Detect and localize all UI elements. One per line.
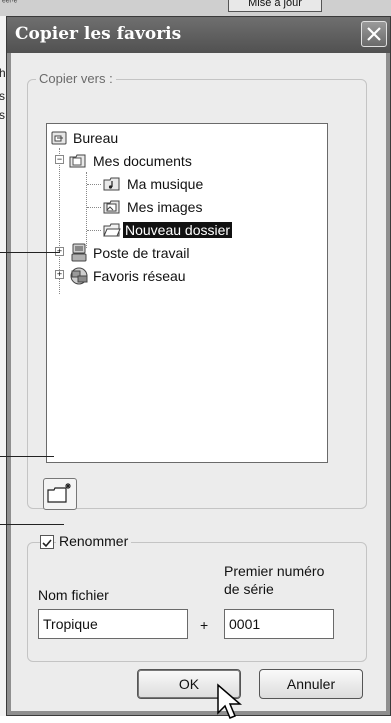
cancel-button[interactable]: Annuler (259, 669, 363, 699)
filename-label: Nom fichier (38, 587, 109, 603)
close-button[interactable] (361, 21, 387, 47)
copy-favorites-dialog: Copier les favoris Copier vers : Bureau … (6, 16, 391, 719)
tree-item-label: Mes images (127, 199, 203, 215)
rename-group: Renommer Nom fichier Premier numéro de s… (27, 533, 367, 662)
serial-label-line1: Premier numéro (224, 563, 325, 579)
my-documents-icon (69, 154, 86, 168)
new-folder-button[interactable] (43, 478, 77, 510)
serial-label-line2: de série (224, 581, 274, 597)
new-folder-icon (47, 483, 71, 503)
tree-item-ma-musique[interactable]: Ma musique (103, 173, 205, 195)
callout-leader-line (0, 524, 64, 525)
filename-input[interactable]: Tropique (38, 609, 188, 639)
collapse-expander-icon[interactable]: − (55, 155, 64, 164)
my-computer-icon (71, 243, 87, 262)
tree-item-nouveau-dossier[interactable]: Nouveau dossier (103, 219, 233, 241)
folder-tree[interactable]: Bureau − Mes documents Ma musique Mes im… (46, 123, 328, 463)
expand-expander-icon[interactable]: + (55, 270, 64, 279)
folder-open-icon (103, 223, 121, 237)
mouse-cursor-icon (217, 683, 243, 719)
rename-label: Renommer (56, 533, 132, 549)
tree-item-label: Nouveau dossier (123, 222, 233, 238)
plus-sign: + (200, 617, 209, 633)
dialog-body: Copier vers : Bureau − Mes documents Ma … (11, 53, 386, 719)
tree-item-label: Bureau (73, 130, 119, 146)
tree-item-poste-de-travail[interactable]: Poste de travail (69, 242, 192, 264)
tree-connector (87, 230, 101, 231)
my-pictures-icon (103, 200, 120, 214)
tree-item-mes-images[interactable]: Mes images (103, 196, 204, 218)
tree-item-label: Poste de travail (93, 245, 190, 261)
background-update-button[interactable]: Mise à jour (228, 0, 322, 12)
background-fragment: ᵉᵉʳⁱᵉ (2, 0, 18, 8)
tree-item-favoris-reseau[interactable]: Favoris réseau (69, 265, 188, 287)
tree-item-label: Ma musique (127, 176, 204, 192)
tree-item-label: Favoris réseau (93, 268, 186, 284)
background-window-strip: ᵉᵉʳⁱᵉ Mise à jour (0, 0, 391, 17)
close-icon (367, 27, 381, 41)
rename-checkbox[interactable] (40, 535, 54, 549)
title-bar[interactable]: Copier les favoris (7, 17, 390, 53)
tree-item-bureau[interactable]: Bureau (51, 127, 120, 149)
tree-connector (87, 184, 101, 185)
copy-to-group: Copier vers : Bureau − Mes documents Ma … (27, 71, 367, 510)
copy-to-label: Copier vers : (36, 71, 116, 86)
tree-connector (87, 207, 101, 208)
tree-item-mes-documents[interactable]: Mes documents (69, 150, 194, 172)
callout-leader-line (0, 252, 60, 253)
tree-item-label: Mes documents (93, 153, 192, 169)
callout-leader-line (0, 456, 54, 457)
serial-number-input[interactable]: 0001 (224, 609, 334, 639)
my-music-icon (103, 177, 120, 191)
network-places-icon (70, 267, 88, 285)
background-fragment: s (0, 108, 5, 122)
checkmark-icon (42, 539, 52, 548)
background-fragment: s (0, 89, 5, 103)
dialog-title: Copier les favoris (15, 24, 182, 44)
desktop-icon (51, 131, 67, 145)
